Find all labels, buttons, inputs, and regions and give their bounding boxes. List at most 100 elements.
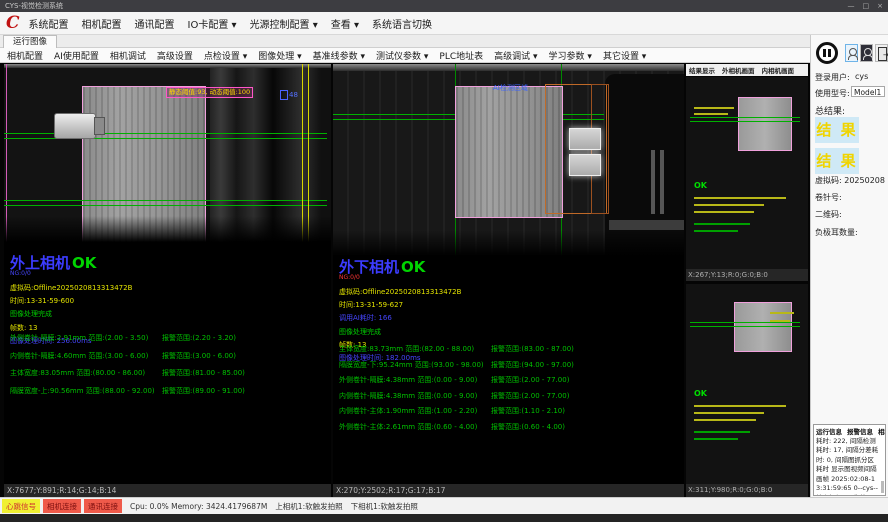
pause-icon bbox=[823, 49, 826, 57]
menu-item[interactable]: 光源控制配置 ▾ bbox=[250, 16, 318, 31]
info-line: 图像处理完成 bbox=[10, 309, 329, 319]
left-camera-image[interactable]: 静态阈值:93, 动态阈值:100 48 bbox=[4, 64, 331, 242]
toolbar-item[interactable]: 高级设置 bbox=[157, 49, 193, 62]
toolbar-item[interactable]: 其它设置 ▾ bbox=[603, 49, 646, 62]
total-result-label: 总结果: bbox=[815, 104, 845, 117]
menu-item[interactable]: 通讯配置 bbox=[135, 16, 175, 31]
status-bar: 心跳信号相机连接通讯连接 Cpu: 0.0% Memory: 3424.4179… bbox=[0, 497, 888, 514]
info-line: 时间:13-31-59-627 bbox=[339, 300, 682, 310]
marker-box-icon bbox=[280, 90, 288, 100]
thumbnail-tab[interactable]: 结果显示 bbox=[689, 65, 715, 75]
measurement-row: 内侧卷针-隔膜:4.60mm 范围:(3.00 - 6.00) 报警范围:(3.… bbox=[10, 351, 331, 369]
minimize-icon[interactable]: — bbox=[848, 0, 855, 12]
menu-item[interactable]: 查看 ▾ bbox=[331, 16, 359, 31]
alarm-range: 报警范围:(1.10 - 2.10) bbox=[491, 406, 565, 422]
toolbar-item[interactable]: 高级调试 ▾ bbox=[494, 49, 537, 62]
mid-measurements: 主体宽度:83.73mm 范围:(82.00 - 88.00) 报警范围:(83… bbox=[339, 344, 684, 437]
info-tab[interactable]: 运行信息 bbox=[816, 426, 842, 436]
toolbar-item[interactable]: 学习参数 ▾ bbox=[549, 49, 592, 62]
camera-up-status: 上相机1:软触发拍照 bbox=[275, 501, 342, 512]
cell-body-region bbox=[738, 97, 792, 151]
menu-item[interactable]: 相机配置 bbox=[82, 16, 122, 31]
toolbar-item[interactable]: PLC地址表 bbox=[439, 49, 483, 62]
user-icon bbox=[849, 48, 857, 56]
window-title: CYS-视觉检测系统 bbox=[5, 2, 63, 10]
blue-marker: 48 bbox=[280, 90, 298, 100]
status-badges: 心跳信号相机连接通讯连接 bbox=[2, 499, 122, 513]
alarm-range: 报警范围:(89.00 - 91.00) bbox=[162, 386, 245, 404]
baseline-green-line bbox=[690, 326, 800, 327]
info-line: 虚拟码:Offline2025020813313472B bbox=[339, 287, 682, 297]
left-measurements: 外侧卷针-隔膜:2.91mm 范围:(2.00 - 3.50) 报警范围:(2.… bbox=[10, 333, 331, 403]
left-camera-title: 外上相机OK bbox=[10, 256, 329, 271]
ai-region-label: AI检测区域 bbox=[493, 83, 528, 93]
info-line: 时间:13-31-59-600 bbox=[10, 296, 329, 306]
thumbnail-tab[interactable]: 外相机画面 bbox=[722, 65, 755, 75]
exit-button[interactable]: → bbox=[875, 44, 888, 62]
cell-body-region bbox=[734, 302, 792, 352]
scrollbar[interactable] bbox=[881, 481, 884, 493]
alarm-range: 报警范围:(3.00 - 6.00) bbox=[162, 351, 236, 369]
image-fade bbox=[333, 230, 684, 256]
measurement-value: 隔膜宽度-上:90.56mm 范围:(88.00 - 92.00) bbox=[10, 386, 162, 404]
login-user-label: 登录用户: bbox=[815, 72, 850, 83]
camera-down-status: 下相机1:软触发拍照 bbox=[351, 501, 418, 512]
menu-items: 系统配置相机配置通讯配置 IO卡配置 ▾ 光源控制配置 ▾ 查看 ▾ 系统语言切换 bbox=[29, 16, 445, 31]
toolbar-item[interactable]: 点检设置 ▾ bbox=[204, 49, 247, 62]
menu-bar: C 系统配置相机配置通讯配置IO卡配置 ▾光源控制配置 ▾查看 ▾系统语言切换 bbox=[0, 12, 888, 35]
info-line: 图像处理完成 bbox=[339, 327, 682, 337]
close-icon[interactable]: × bbox=[877, 0, 883, 12]
measurement-row: 内侧卷针-隔膜:4.38mm 范围:(0.00 - 9.00) 报警范围:(2.… bbox=[339, 391, 684, 407]
toolbar-item[interactable]: 基准线参数 ▾ bbox=[313, 49, 365, 62]
measurement-value: 外侧卷针-隔膜:4.38mm 范围:(0.00 - 9.00) bbox=[339, 375, 491, 391]
toolbar-item[interactable]: 测试仪参数 ▾ bbox=[376, 49, 428, 62]
alarm-range: 报警范围:(2.00 - 77.00) bbox=[491, 391, 569, 407]
overlay-text-line bbox=[694, 197, 786, 199]
main-area: 静态阈值:93, 动态阈值:100 48 外上相机OK NG:0/0 虚拟码:O… bbox=[0, 63, 810, 497]
menu-item[interactable]: IO卡配置 ▾ bbox=[188, 16, 237, 31]
baseline-green-line bbox=[690, 121, 800, 122]
overlay-text-line bbox=[770, 312, 794, 314]
user-login-button[interactable] bbox=[845, 44, 858, 62]
measurement-row: 外侧卷针-隔膜:4.38mm 范围:(0.00 - 9.00) 报警范围:(2.… bbox=[339, 375, 684, 391]
measurement-value: 隔膜宽度-下:95.24mm 范围:(93.00 - 98.00) bbox=[339, 360, 491, 376]
toolbar-item[interactable]: AI使用配置 bbox=[54, 49, 99, 62]
thumbnail-view-2[interactable]: OK bbox=[686, 284, 808, 484]
machinery-bar bbox=[609, 220, 684, 230]
measurement-value: 内侧卷针-主体:1.90mm 范围:(1.00 - 2.20) bbox=[339, 406, 491, 422]
toolbar-item[interactable]: 图像处理 ▾ bbox=[258, 49, 301, 62]
thumbnail-view-1[interactable]: OK bbox=[686, 77, 808, 269]
alarm-range: 报警范围:(81.00 - 85.00) bbox=[162, 368, 245, 386]
overlay-text-line bbox=[694, 419, 756, 421]
mid-camera-image[interactable]: AI检测区域 bbox=[333, 64, 684, 256]
tab-connector-tip bbox=[94, 117, 105, 135]
toolbar-item[interactable]: 相机调试 bbox=[110, 49, 146, 62]
thumbnail-header: 结果显示外相机画面内相机画面 bbox=[686, 64, 808, 76]
thumbnail-column: 结果显示外相机画面内相机画面 OK X:267;Y:13;R:0;G:0;B:0 bbox=[686, 64, 808, 497]
tab-run-image[interactable]: 运行图像 bbox=[3, 35, 57, 48]
measurement-row: 隔膜宽度-下:95.24mm 范围:(93.00 - 98.00) 报警范围:(… bbox=[339, 360, 684, 376]
baseline-green-line bbox=[4, 138, 327, 139]
overlay-text-line bbox=[694, 113, 728, 115]
alarm-range: 报警范围:(94.00 - 97.00) bbox=[491, 360, 574, 376]
left-coords-bar: X:7677;Y:891;R:14;G:14;B:14 bbox=[4, 484, 331, 497]
user-dark-button[interactable] bbox=[860, 44, 873, 62]
baseline-green-line bbox=[690, 117, 800, 118]
measurement-value: 外侧卷针-隔膜:2.91mm 范围:(2.00 - 3.50) bbox=[10, 333, 162, 351]
measurement-value: 外侧卷针-主体:2.61mm 范围:(0.60 - 4.00) bbox=[339, 422, 491, 438]
model-field[interactable]: Model1 bbox=[851, 86, 885, 97]
thumbnail-tab[interactable]: 内相机画面 bbox=[762, 65, 795, 75]
overlay-text-line bbox=[694, 204, 764, 206]
info-tab[interactable]: 报警信息 bbox=[847, 426, 873, 436]
model-label: 使用型号: bbox=[815, 88, 850, 99]
thumb-ok-status: OK bbox=[694, 181, 707, 190]
menu-item[interactable]: 系统语言切换 bbox=[372, 16, 432, 31]
maximize-icon[interactable]: □ bbox=[863, 0, 870, 12]
toolbar-item[interactable]: 相机配置 bbox=[7, 49, 43, 62]
pause-button[interactable] bbox=[816, 42, 838, 64]
alarm-range: 报警范围:(2.00 - 77.00) bbox=[491, 375, 569, 391]
menu-item[interactable]: 系统配置 bbox=[29, 16, 69, 31]
info-tab[interactable]: 相机信息 bbox=[878, 426, 886, 436]
threshold-overlay: 静态阈值:93, 动态阈值:100 bbox=[166, 87, 253, 98]
login-user-value: cys bbox=[855, 72, 868, 81]
